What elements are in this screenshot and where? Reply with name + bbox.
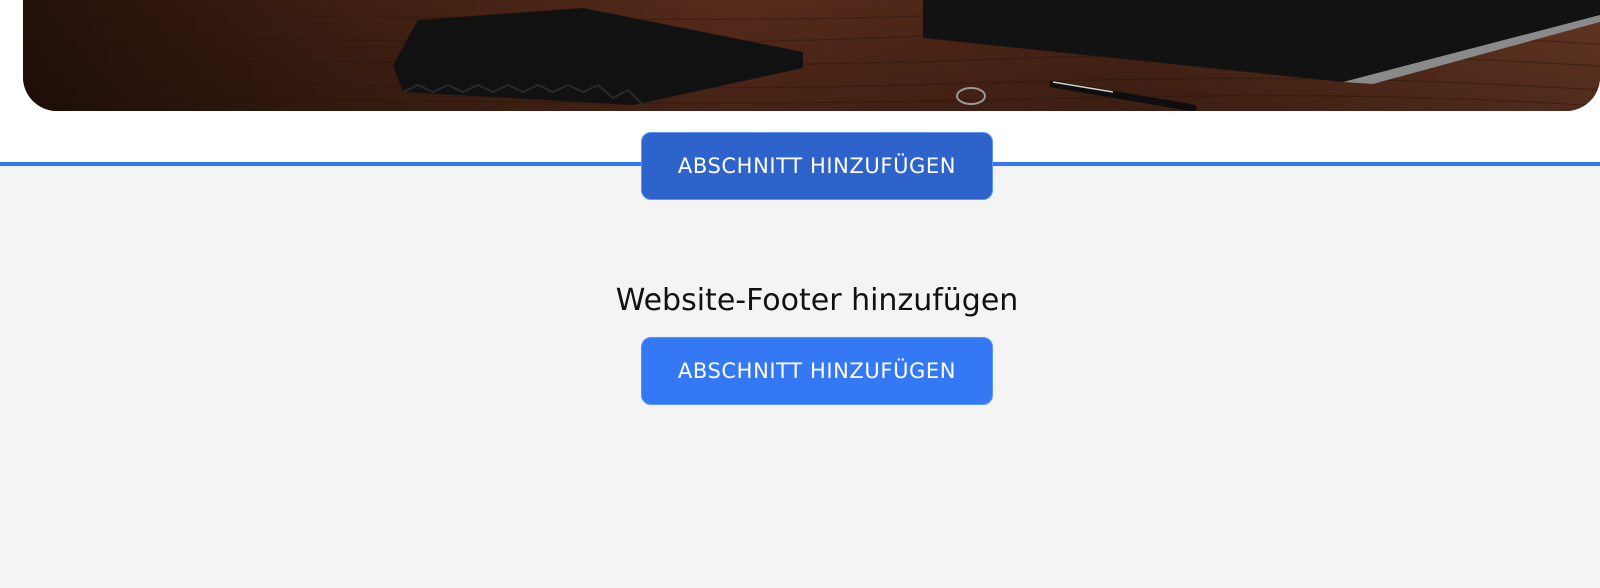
footer-title: Website-Footer hinzufügen: [615, 283, 1019, 318]
desk-photo: [23, 0, 1600, 111]
page: ABSCHNITT HINZUFÜGEN Website-Footer hinz…: [0, 0, 1600, 588]
add-footer-section-button[interactable]: ABSCHNITT HINZUFÜGEN: [641, 337, 993, 405]
add-section-button[interactable]: ABSCHNITT HINZUFÜGEN: [641, 132, 993, 200]
hero-image: [23, 0, 1600, 111]
